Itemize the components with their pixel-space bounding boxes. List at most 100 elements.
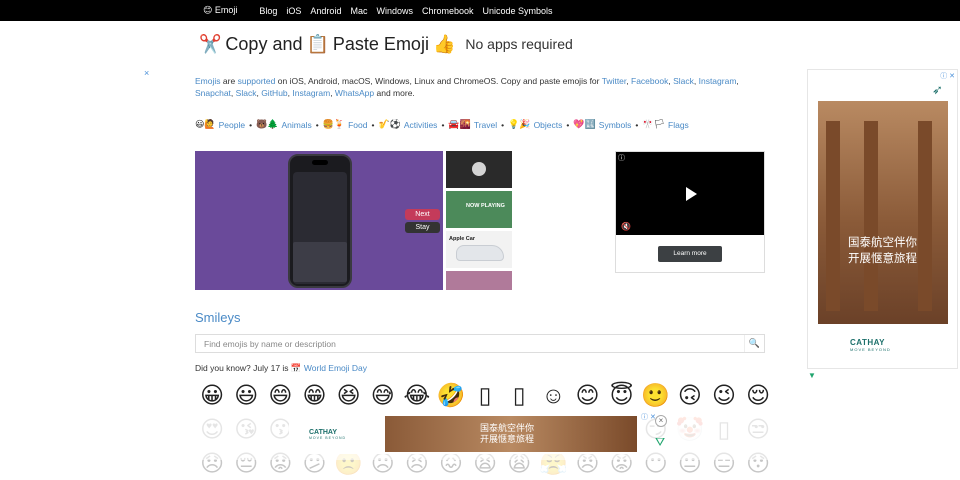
bottom-ad-text-line2: 开展惬意旅程 bbox=[480, 434, 535, 444]
playlist-thumb-1[interactable] bbox=[446, 151, 512, 188]
link-slack-2[interactable]: Slack bbox=[236, 88, 257, 98]
emoji-button[interactable]: 😂 bbox=[400, 378, 434, 412]
nav-item-windows[interactable]: Windows bbox=[376, 6, 413, 16]
emoji-button[interactable]: 😅 bbox=[366, 378, 400, 412]
category-food[interactable]: 🍔🍹 Food bbox=[323, 119, 368, 130]
separator: • bbox=[566, 119, 570, 130]
playlist-thumb-4[interactable] bbox=[446, 271, 512, 290]
phone-image bbox=[288, 154, 352, 288]
nav-item-blog[interactable]: Blog bbox=[259, 6, 277, 16]
emoji-button[interactable]: 😌 bbox=[741, 378, 775, 412]
phone-keyboard bbox=[293, 242, 347, 282]
scissors-icon: ✂️ bbox=[199, 33, 222, 54]
emoji-button[interactable]: 😉 bbox=[707, 378, 741, 412]
title-tagline: No apps required bbox=[465, 36, 573, 52]
category-activities[interactable]: 🎷⚽ Activities bbox=[378, 119, 437, 130]
link-instagram-2[interactable]: Instagram bbox=[292, 88, 330, 98]
link-twitter[interactable]: Twitter bbox=[602, 76, 627, 86]
emoji-button[interactable]: 🙃 bbox=[673, 378, 707, 412]
page-title: ✂️ Copy and 📋 Paste Emoji 👍 No apps requ… bbox=[195, 32, 573, 56]
nav-item-unicode-symbols[interactable]: Unicode Symbols bbox=[483, 6, 553, 16]
category-label[interactable]: Activities bbox=[404, 120, 438, 130]
nav-item-android[interactable]: Android bbox=[310, 6, 341, 16]
bottom-ad-banner: 国泰航空伴你 开展惬意旅程 bbox=[385, 416, 637, 452]
close-icon[interactable]: × bbox=[144, 68, 149, 78]
info-icon[interactable]: ⓘ bbox=[618, 153, 625, 163]
bottom-ad-text-line1: 国泰航空伴你 bbox=[480, 423, 535, 433]
play-icon[interactable] bbox=[686, 187, 697, 201]
ad-choices-icon[interactable]: ⓘ ✕ bbox=[940, 71, 955, 81]
emoji-button[interactable]: 😇 bbox=[605, 378, 639, 412]
category-label[interactable]: Symbols bbox=[599, 120, 632, 130]
category-links: 😃🙋 People • 🐻🌲 Animals • 🍔🍹 Food • 🎷⚽ Activi… bbox=[195, 119, 689, 130]
category-label[interactable]: Animals bbox=[281, 120, 311, 130]
emoji-button[interactable]: 😁 bbox=[297, 378, 331, 412]
bottom-ad-overlay: CATHAY MOVE BEYOND 国泰航空伴你 开展惬意旅程 ⓘ ✕ × ⛛ bbox=[0, 412, 960, 460]
intro-text: Emojis are supported on iOS, Android, ma… bbox=[195, 76, 739, 98]
category-animals[interactable]: 🐻🌲 Animals bbox=[256, 119, 312, 130]
nav-item-chromebook[interactable]: Chromebook bbox=[422, 6, 474, 16]
separator: • bbox=[635, 119, 639, 130]
category-label[interactable]: Flags bbox=[668, 120, 689, 130]
ad-video[interactable]: ⓘ 🔇 bbox=[616, 152, 764, 235]
category-symbols[interactable]: 💖🔣 Symbols bbox=[573, 119, 631, 130]
category-label[interactable]: People bbox=[219, 120, 245, 130]
category-objects[interactable]: 💡🎉 Objects bbox=[508, 119, 562, 130]
emoji-button[interactable]: ▯ bbox=[468, 378, 502, 412]
ad-choices-icon[interactable]: ⓘ ✕ bbox=[641, 412, 656, 422]
category-label[interactable]: Food bbox=[348, 120, 367, 130]
nav-item-ios[interactable]: iOS bbox=[286, 6, 301, 16]
link-whatsapp[interactable]: WhatsApp bbox=[335, 88, 374, 98]
close-ad-button[interactable]: × bbox=[655, 415, 667, 427]
link-instagram[interactable]: Instagram bbox=[699, 76, 737, 86]
video-player[interactable]: Next Stay bbox=[195, 151, 443, 290]
emoji-button[interactable]: 🙂 bbox=[639, 378, 673, 412]
flag-icon[interactable]: ⛛ bbox=[655, 435, 665, 450]
did-you-know: Did you know? July 17 is 📅 World Emoji D… bbox=[195, 363, 367, 374]
search-input[interactable] bbox=[196, 335, 744, 352]
title-paste-emoji: Paste Emoji bbox=[332, 33, 429, 54]
link-slack[interactable]: Slack bbox=[673, 76, 694, 86]
emoji-button[interactable]: ☺ bbox=[536, 378, 570, 412]
emoji-button[interactable]: ▯ bbox=[502, 378, 536, 412]
link-facebook[interactable]: Facebook bbox=[631, 76, 668, 86]
separator: • bbox=[371, 119, 375, 130]
world-emoji-day-link[interactable]: World Emoji Day bbox=[304, 363, 367, 373]
category-people[interactable]: 😃🙋 People bbox=[195, 119, 245, 130]
emoji-row: 😀 😃 😄 😁 😆 😅 😂 🤣 ▯ ▯ ☺ 😊 😇 🙂 🙃 😉 😌 bbox=[195, 378, 775, 412]
side-ad[interactable]: ⓘ ✕ ➶ 国泰航空伴你 开展惬意旅程 CATHAY MOVE BEYOND bbox=[807, 69, 958, 369]
travel-icon: 🚘🌇 bbox=[448, 119, 471, 129]
category-travel[interactable]: 🚘🌇 Travel bbox=[448, 119, 497, 130]
mute-icon[interactable]: 🔇 bbox=[621, 222, 631, 231]
emoji-button[interactable]: 🤣 bbox=[434, 378, 468, 412]
learn-more-button[interactable]: Learn more bbox=[658, 246, 722, 262]
playlist-thumb-3[interactable]: Apple Car bbox=[446, 231, 512, 268]
nav-item-mac[interactable]: Mac bbox=[350, 6, 367, 16]
separator: • bbox=[249, 119, 253, 130]
bottom-ad[interactable]: CATHAY MOVE BEYOND 国泰航空伴你 开展惬意旅程 bbox=[289, 412, 637, 454]
link-github[interactable]: GitHub bbox=[261, 88, 287, 98]
thumbs-up-icon: 👍 bbox=[432, 33, 456, 54]
next-button[interactable]: Next bbox=[405, 209, 440, 220]
playlist-thumb-2[interactable]: NOW PLAYING bbox=[446, 191, 512, 228]
phone-notch bbox=[312, 160, 328, 165]
nav-brand[interactable]: 😊 Emoji bbox=[203, 5, 237, 16]
category-label[interactable]: Travel bbox=[474, 120, 497, 130]
flag-icon[interactable]: ▼ bbox=[808, 371, 816, 380]
stay-button[interactable]: Stay bbox=[405, 222, 440, 233]
category-label[interactable]: Objects bbox=[534, 120, 563, 130]
emojis-link[interactable]: Emojis bbox=[195, 76, 221, 86]
category-flags[interactable]: 🎌🏳 Flags bbox=[642, 119, 688, 130]
ad-brand-name: CATHAY bbox=[850, 338, 886, 347]
emoji-button[interactable]: 😊 bbox=[570, 378, 604, 412]
search-icon[interactable]: 🔍 bbox=[744, 335, 764, 352]
emoji-button[interactable]: 😆 bbox=[332, 378, 366, 412]
emoji-button[interactable]: 😀 bbox=[195, 378, 229, 412]
emoji-button[interactable]: 😄 bbox=[263, 378, 297, 412]
bottom-ad-brand: CATHAY MOVE BEYOND bbox=[309, 429, 346, 440]
emoji-button[interactable]: 😃 bbox=[229, 378, 263, 412]
play-icon bbox=[472, 162, 486, 176]
supported-link[interactable]: supported bbox=[238, 76, 276, 86]
objects-icon: 💡🎉 bbox=[508, 119, 531, 129]
link-snapchat[interactable]: Snapchat bbox=[195, 88, 231, 98]
